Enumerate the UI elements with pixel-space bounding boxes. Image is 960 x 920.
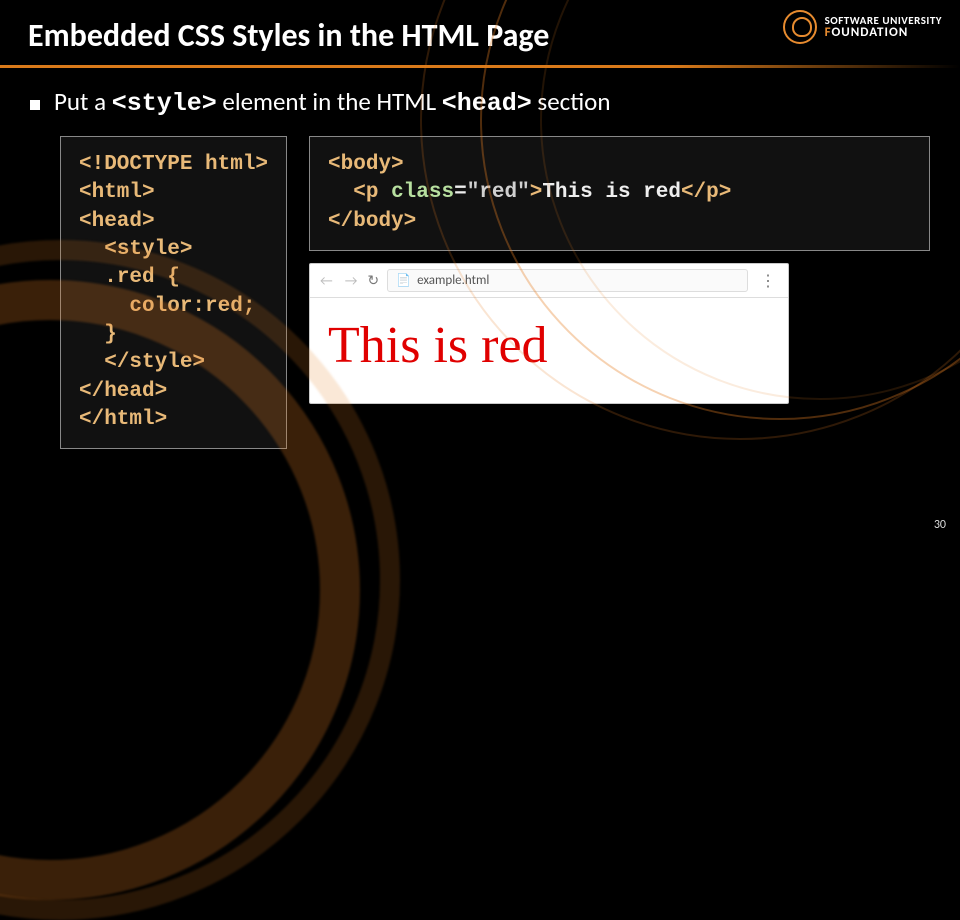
bullet-text: Put a <style> element in the HTML <head>… <box>54 86 610 118</box>
lightbulb-icon <box>783 10 817 44</box>
browser-preview: ← → ↻ 📄 example.html ⋮ This is red <box>309 263 789 404</box>
bullet-item: Put a <style> element in the HTML <head>… <box>30 86 930 118</box>
back-icon: ← <box>318 272 335 289</box>
forward-icon: → <box>343 272 360 289</box>
page-number: 30 <box>934 518 946 532</box>
address-bar: 📄 example.html <box>387 269 748 292</box>
menu-icon: ⋮ <box>756 271 780 291</box>
code-block-left: <!DOCTYPE html> <html> <head> <style> .r… <box>60 136 287 449</box>
reload-icon: ↻ <box>367 272 379 289</box>
bullet-square-icon <box>30 100 40 110</box>
browser-toolbar: ← → ↻ 📄 example.html ⋮ <box>310 264 788 298</box>
code-inline-head: <head> <box>442 89 532 118</box>
brand-line2: FOUNDATION <box>825 26 942 39</box>
file-icon: 📄 <box>396 273 411 288</box>
code-block-right: <body> <p class="red">This is red</p> </… <box>309 136 930 251</box>
address-text: example.html <box>417 273 489 288</box>
code-inline-style: <style> <box>112 89 217 118</box>
brand-logo: SOFTWARE UNIVERSITY FOUNDATION <box>783 10 942 44</box>
browser-rendered-content: This is red <box>310 298 788 403</box>
